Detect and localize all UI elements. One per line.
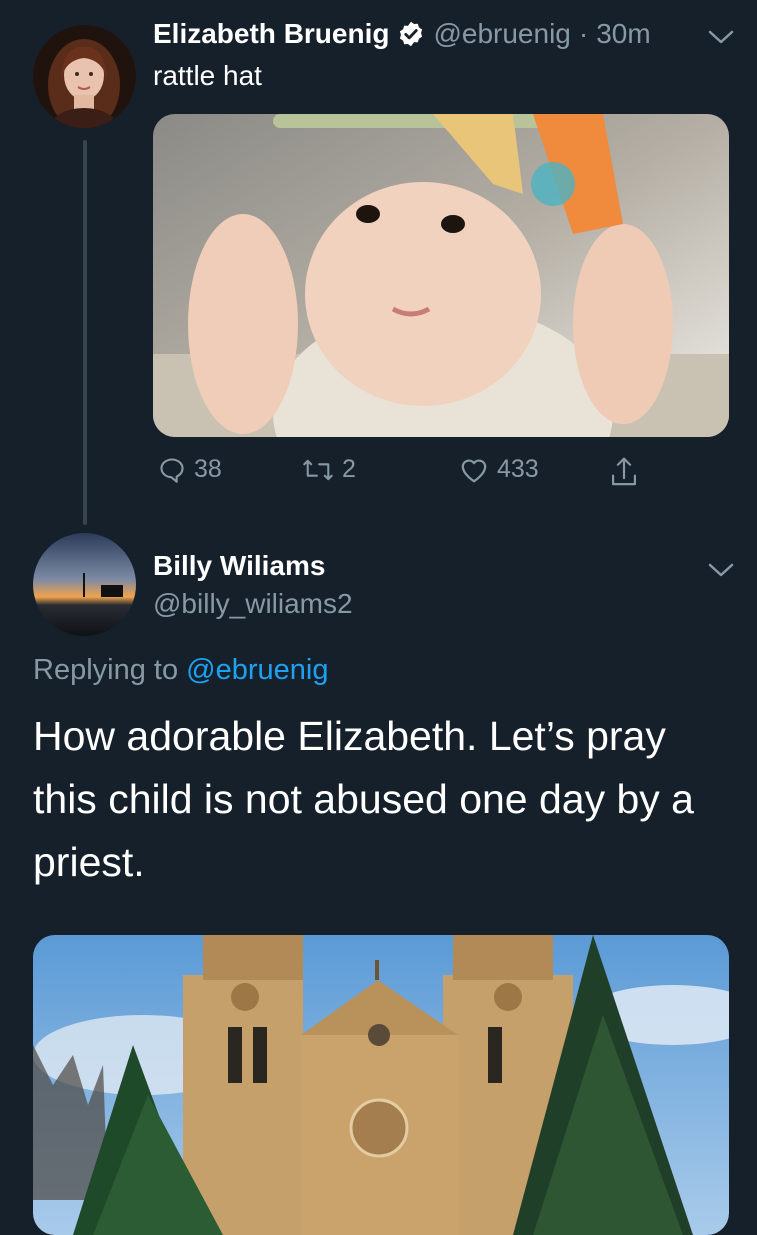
tweet-header: Elizabeth Bruenig @ebruenig · 30m — [153, 18, 651, 50]
replying-to-handle-link[interactable]: @ebruenig — [186, 654, 328, 686]
cathedral-photo — [33, 935, 729, 1235]
verified-badge-icon — [397, 20, 425, 48]
retweet-icon — [303, 459, 333, 480]
thread-connector-line — [83, 140, 87, 525]
reply-author-avatar[interactable] — [33, 533, 136, 636]
speech-bubble-icon — [160, 457, 184, 483]
replying-to: Replying to @ebruenig — [33, 654, 328, 687]
reply-count: 38 — [194, 455, 222, 483]
tweet-timestamp[interactable]: 30m — [596, 18, 650, 50]
reply-action[interactable]: 38 — [158, 455, 222, 484]
baby-photo — [153, 114, 729, 437]
author-handle[interactable]: @ebruenig — [433, 18, 570, 50]
tweet-media-photo[interactable] — [153, 114, 729, 437]
reply-media-photo[interactable] — [33, 935, 729, 1235]
like-count: 433 — [497, 455, 539, 483]
reply-author-handle[interactable]: @billy_wiliams2 — [153, 588, 353, 620]
reply-author-name[interactable]: Billy Wiliams — [153, 550, 325, 582]
reply-menu-chevron-down-icon[interactable] — [707, 560, 735, 585]
reply-text: How adorable Elizabeth. Let’s pray this … — [33, 713, 694, 885]
tweet-text: rattle hat — [153, 60, 262, 91]
author-name[interactable]: Elizabeth Bruenig — [153, 18, 389, 50]
share-icon — [611, 457, 637, 486]
share-action[interactable] — [609, 455, 639, 489]
replying-to-prefix: Replying to — [33, 654, 179, 686]
heart-icon — [461, 458, 487, 482]
retweet-action[interactable]: 2 — [302, 455, 356, 484]
author-avatar[interactable] — [33, 25, 136, 128]
tweet-menu-chevron-down-icon[interactable] — [707, 27, 735, 52]
retweet-count: 2 — [342, 455, 356, 483]
avatar-sunset — [33, 533, 136, 636]
header-separator: · — [578, 18, 589, 49]
avatar-portrait — [33, 25, 136, 128]
like-action[interactable]: 433 — [459, 455, 539, 484]
